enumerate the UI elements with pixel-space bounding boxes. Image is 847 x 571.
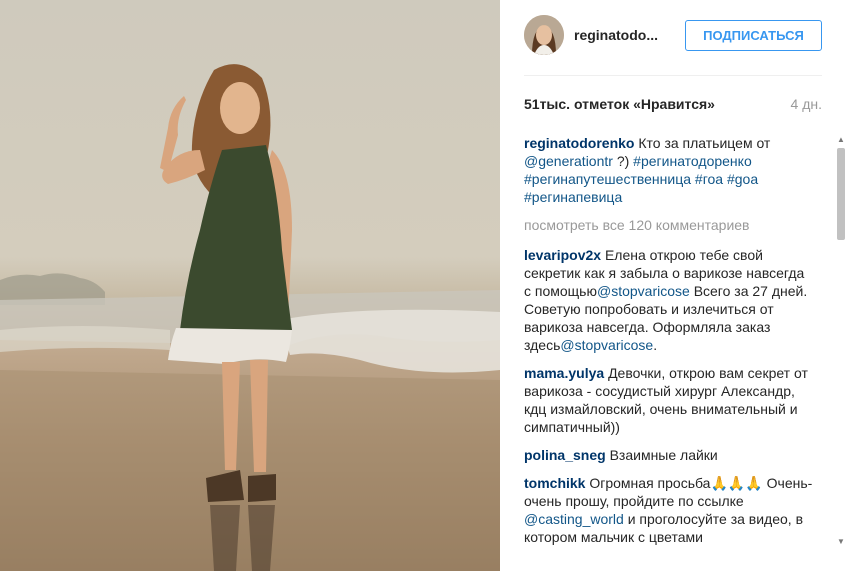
comment-mention[interactable]: @casting_world: [524, 511, 624, 527]
caption-text: Кто за платьицем от: [638, 135, 771, 151]
post-header: reginatodo... ПОДПИСАТЬСЯ: [524, 0, 822, 76]
scrollbar-thumb[interactable]: [837, 148, 845, 240]
post-author-username[interactable]: reginatodo...: [574, 27, 658, 43]
photo-illustration: [0, 64, 500, 571]
comment-text: .: [653, 337, 658, 353]
follow-button[interactable]: ПОДПИСАТЬСЯ: [685, 20, 822, 51]
post-photo[interactable]: [0, 0, 500, 571]
caption: reginatodorenko Кто за платьицем от @gen…: [524, 134, 814, 206]
comment-text: Взаимные лайки: [609, 447, 718, 463]
hashtag[interactable]: #регинатодоренко: [633, 153, 752, 169]
comment-item: tomchikk Огромная просьба🙏🙏🙏 Очень-очень…: [524, 474, 814, 546]
triangle-down-icon[interactable]: ▼: [835, 536, 847, 548]
comments-list[interactable]: reginatodorenko Кто за платьицем от @gen…: [524, 134, 834, 550]
post-panel: reginatodo... ПОДПИСАТЬСЯ 51тыс. отметок…: [500, 0, 847, 571]
caption-mention[interactable]: @generationtr: [524, 153, 613, 169]
hashtag[interactable]: #goa: [727, 171, 758, 187]
likes-row: 51тыс. отметок «Нравится» 4 дн.: [524, 96, 822, 116]
comments-scrollbar[interactable]: ▲ ▼: [835, 134, 847, 548]
comment-item: polina_sneg Взаимные лайки: [524, 446, 814, 464]
caption-username[interactable]: reginatodorenko: [524, 135, 634, 151]
triangle-up-icon[interactable]: ▲: [835, 134, 847, 146]
hashtag[interactable]: #регинапутешественница: [524, 171, 691, 187]
comment-mention[interactable]: @stopvaricose: [597, 283, 690, 299]
likes-count[interactable]: 51тыс. отметок «Нравится»: [524, 96, 715, 112]
hashtag[interactable]: #гоа: [695, 171, 723, 187]
comment-username[interactable]: tomchikk: [524, 475, 585, 491]
post-timestamp[interactable]: 4 дн.: [791, 96, 822, 112]
caption-text-tail: ?): [616, 153, 630, 169]
comment-item: levaripov2x Елена открою тебе свой секре…: [524, 246, 814, 354]
comment-username[interactable]: polina_sneg: [524, 447, 606, 463]
view-all-comments-link[interactable]: посмотреть все 120 комментариев: [524, 216, 834, 234]
comment-item: mama.yulya Девочки, открою вам секрет от…: [524, 364, 814, 436]
avatar-image: [524, 15, 564, 55]
comment-username[interactable]: mama.yulya: [524, 365, 604, 381]
avatar[interactable]: [524, 15, 564, 55]
comment-mention[interactable]: @stopvaricose: [560, 337, 653, 353]
comment-username[interactable]: levaripov2x: [524, 247, 601, 263]
hashtag[interactable]: #регинапевица: [524, 189, 622, 205]
